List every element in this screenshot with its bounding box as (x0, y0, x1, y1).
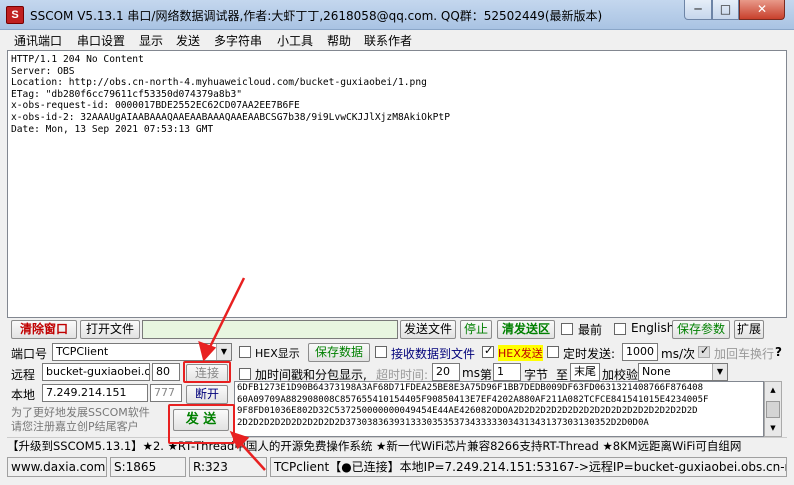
send-text-area[interactable]: 6DFB1273E1D90B64373198A3AF68D71FDEA25BE8… (234, 381, 764, 437)
port-label: 端口号 (11, 347, 48, 361)
menu-send[interactable]: 发送 (176, 32, 200, 49)
minimize-button[interactable]: ─ (684, 0, 712, 20)
byte-start-input[interactable]: 1 (493, 363, 521, 381)
local-label: 本地 (11, 388, 36, 402)
expand-button[interactable]: 扩展 (734, 320, 764, 339)
remote-port-input[interactable]: 80 (152, 363, 180, 381)
hex-display-label: HEX显示 (255, 347, 300, 360)
add-crlf-checkbox[interactable] (698, 344, 710, 358)
hex-display-checkbox[interactable] (239, 346, 251, 358)
promo-text[interactable]: 为了更好地发展SSCOM软件 请您注册嘉立创P结尾客户 (11, 406, 150, 434)
ad-bar[interactable]: 【升级到SSCOM5.13.1】★2. ★RT-Thread中国人的开源免费操作… (7, 437, 787, 455)
scroll-down-icon[interactable]: ▼ (766, 421, 780, 435)
open-file-button[interactable]: 打开文件 (80, 320, 140, 339)
send-file-button[interactable]: 发送文件 (400, 320, 456, 339)
add-crlf-label: 加回车换行 (714, 347, 775, 361)
end-position-select[interactable]: 末尾 (570, 363, 600, 381)
file-path-input[interactable] (142, 320, 398, 339)
save-data-button[interactable]: 保存数据 (308, 343, 370, 362)
port-select[interactable]: TCPClient ▼ (52, 343, 232, 361)
hex-send-checkbox[interactable] (482, 344, 494, 358)
recv-to-file-label: 接收数据到文件 (391, 347, 476, 361)
checksum-value: None (642, 365, 671, 378)
receive-text-area[interactable]: HTTP/1.1 204 No Content Server: OBS Loca… (7, 50, 787, 318)
annotation-box-send (168, 404, 235, 444)
status-sent-count: S:1865 (110, 457, 186, 477)
menu-bar: 通讯端口 串口设置 显示 发送 多字符串 小工具 帮助 联系作者 (6, 30, 788, 50)
dropdown-arrow-icon[interactable]: ▼ (216, 344, 231, 360)
timed-send-label: 定时发送: (563, 347, 616, 361)
app-icon: S (6, 6, 24, 24)
timestamp-checkbox[interactable] (239, 368, 251, 380)
timeout-unit-label: ms (462, 366, 480, 380)
save-params-button[interactable]: 保存参数 (672, 320, 730, 339)
english-checkbox[interactable] (614, 323, 626, 335)
scroll-up-icon[interactable]: ▲ (766, 383, 780, 397)
topmost-label: 最前 (578, 323, 603, 337)
menu-contact-author[interactable]: 联系作者 (364, 32, 412, 49)
menu-tools[interactable]: 小工具 (277, 32, 313, 49)
port-value: TCPClient (56, 345, 109, 358)
english-label: English (631, 321, 675, 335)
remote-label: 远程 (11, 368, 36, 382)
timed-send-checkbox[interactable] (547, 346, 559, 358)
menu-multi-string[interactable]: 多字符串 (214, 32, 262, 49)
hex-send-label: HEX发送 (498, 345, 543, 361)
timed-interval-input[interactable]: 1000 (622, 343, 658, 361)
close-button[interactable]: ✕ (739, 0, 785, 20)
menu-help[interactable]: 帮助 (327, 32, 351, 49)
menu-comm-port[interactable]: 通讯端口 (14, 32, 62, 49)
timeout-input[interactable]: 20 (432, 363, 460, 381)
local-address-input[interactable]: 7.249.214.151 (42, 384, 148, 402)
checksum-select[interactable]: None ▼ (638, 363, 728, 381)
annotation-box-connect (183, 361, 231, 383)
scroll-thumb[interactable] (766, 401, 780, 418)
send-area-scrollbar[interactable]: ▲ ▼ (764, 381, 782, 437)
status-website[interactable]: www.daxia.com (7, 457, 107, 477)
topmost-checkbox[interactable] (561, 323, 573, 335)
remote-address-input[interactable]: bucket-guxiaobei.obs. (42, 363, 150, 381)
clear-window-button[interactable]: 清除窗口 (11, 320, 77, 339)
dropdown-arrow-icon[interactable]: ▼ (712, 364, 727, 380)
question-mark-icon[interactable]: ? (775, 345, 782, 359)
interval-unit-label: ms/次 (661, 347, 695, 361)
local-port-input[interactable]: 777 (150, 384, 182, 402)
status-connection: TCPclient【●已连接】本地IP=7.249.214.151:53167-… (270, 457, 787, 477)
stop-button[interactable]: 停止 (460, 320, 492, 339)
maximize-button[interactable]: □ (712, 0, 739, 20)
window-title: SSCOM V5.13.1 串口/网络数据调试器,作者:大虾丁丁,2618058… (30, 9, 603, 23)
recv-to-file-checkbox[interactable] (375, 346, 387, 358)
disconnect-button[interactable]: 断开 (186, 385, 228, 404)
menu-display[interactable]: 显示 (139, 32, 163, 49)
title-bar: S SSCOM V5.13.1 串口/网络数据调试器,作者:大虾丁丁,26180… (0, 0, 794, 30)
clear-send-area-button[interactable]: 清发送区 (497, 320, 555, 339)
status-received-count: R:323 (189, 457, 267, 477)
menu-serial-settings[interactable]: 串口设置 (77, 32, 125, 49)
